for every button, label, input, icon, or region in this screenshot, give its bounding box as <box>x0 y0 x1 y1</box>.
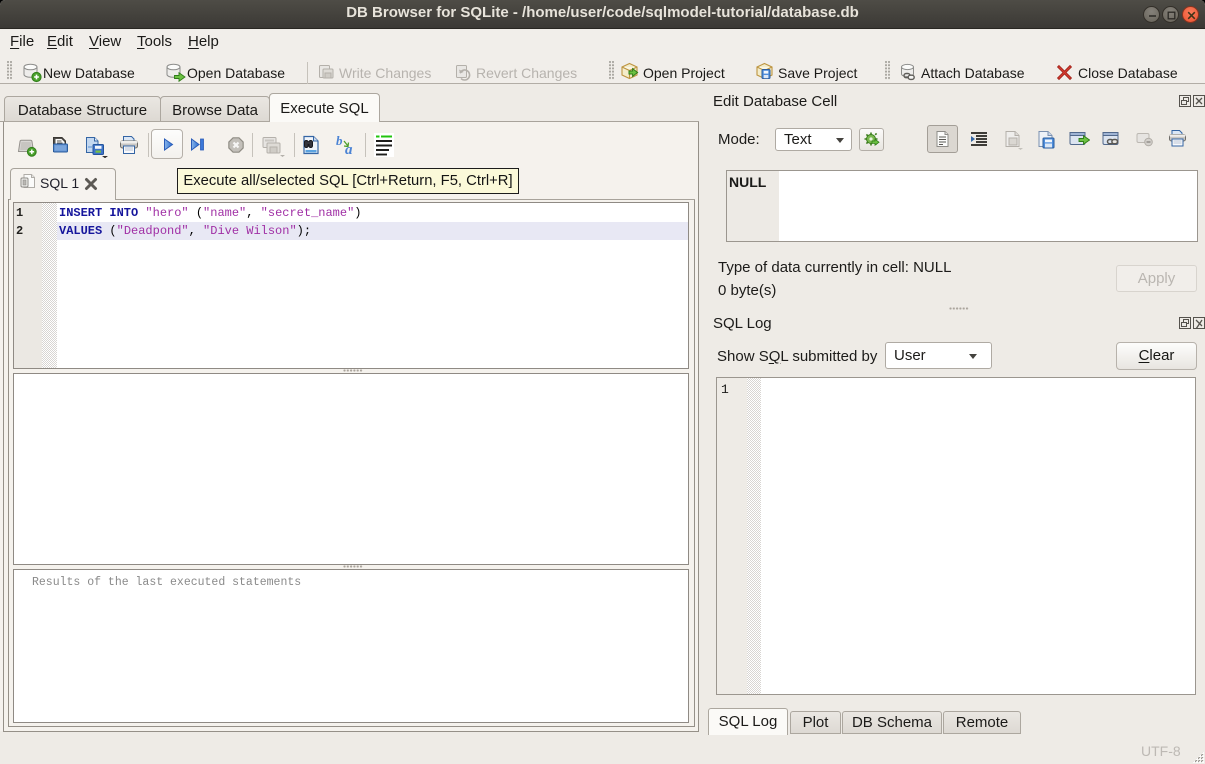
svg-text:b: b <box>336 134 343 148</box>
